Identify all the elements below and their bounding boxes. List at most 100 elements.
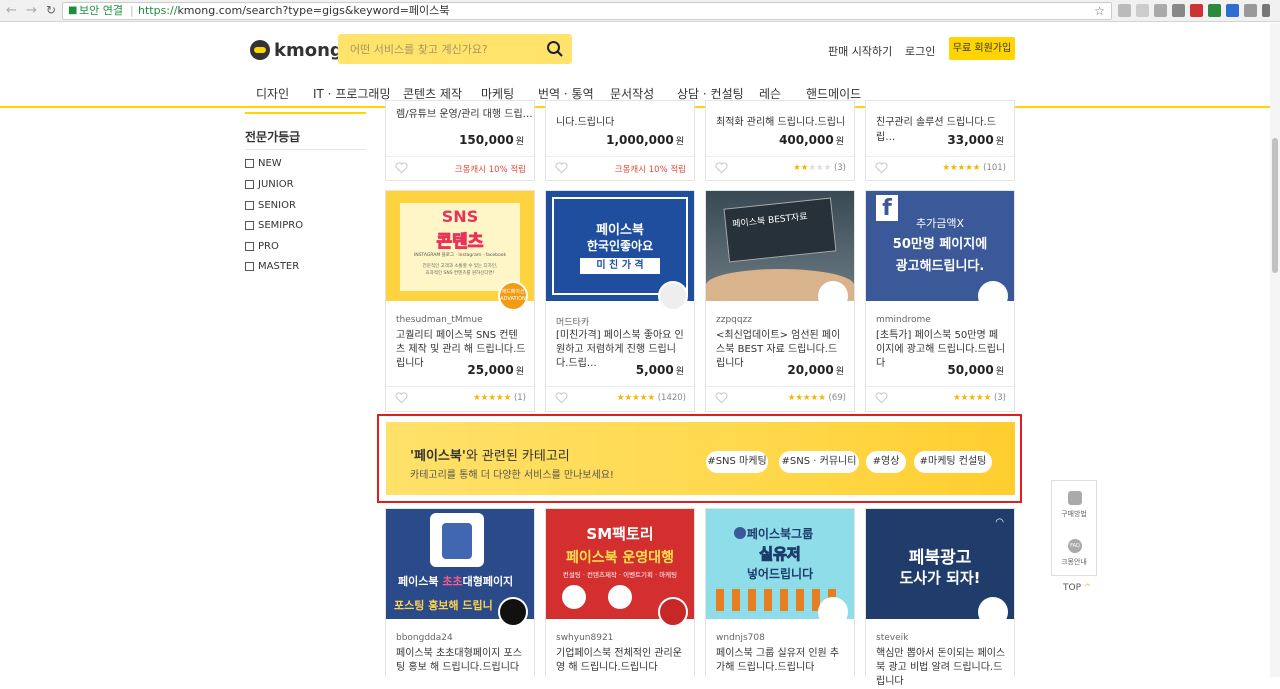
card-footer: ★★★★★ (101) bbox=[866, 156, 1014, 181]
checkbox[interactable] bbox=[245, 159, 254, 168]
cash-badge: 크몽캐시 10% 적립 bbox=[454, 165, 526, 175]
floating-helper: 구매방법 FAQ 크몽안내 bbox=[1051, 480, 1097, 576]
heart-icon[interactable] bbox=[875, 392, 888, 404]
extension-icon[interactable] bbox=[1226, 4, 1239, 17]
seller-avatar[interactable] bbox=[498, 597, 528, 627]
gig-card[interactable]: 페이스북 BEST자료 zzpqqzz <최신업데이트> 엄선된 페이스북 BE… bbox=[705, 190, 855, 412]
gig-price: 25,000 원 bbox=[467, 363, 524, 377]
thumbnail-subtitle: 포스팅 홍보해 드립니 bbox=[394, 599, 493, 612]
gig-card[interactable]: ◠ 페북광고 도사가 되자! steveik 핵심만 뽑아서 돈이되는 페이스북… bbox=[865, 508, 1015, 687]
bookmark-star-icon[interactable]: ☆ bbox=[1094, 3, 1105, 19]
seller-name[interactable]: steveik bbox=[876, 633, 908, 643]
lock-icon: ■ bbox=[68, 5, 78, 16]
extension-icon[interactable] bbox=[1154, 4, 1167, 17]
purchase-guide-label[interactable]: 구매방법 bbox=[1052, 509, 1096, 519]
level-filter-pro[interactable]: PRO bbox=[245, 241, 279, 252]
faq-icon[interactable]: FAQ bbox=[1068, 539, 1082, 553]
level-filter-junior[interactable]: JUNIOR bbox=[245, 179, 294, 190]
gig-card[interactable]: 최적화 관리해 드립니다.드립니 400,000 원 ★★★★★ (3) bbox=[705, 100, 855, 181]
login-link[interactable]: 로그인 bbox=[905, 43, 935, 59]
heart-icon[interactable] bbox=[875, 162, 888, 174]
checkbox[interactable] bbox=[245, 221, 254, 230]
reload-icon[interactable]: ↻ bbox=[46, 3, 56, 17]
gig-card[interactable]: f 추가금액X 50만명 페이지에 광고해드립니다. mmindrome [초특… bbox=[865, 190, 1015, 412]
scroll-top-button[interactable]: TOP ^ bbox=[1063, 583, 1091, 593]
extension-icon[interactable] bbox=[1172, 4, 1185, 17]
gig-card[interactable]: SNS 콘텐츠 INSTAGRAM 블로그 · Instagram · face… bbox=[385, 190, 535, 412]
extension-icon[interactable] bbox=[1118, 4, 1131, 17]
gig-card[interactable]: 페이스북 초초대형페이지 포스팅 홍보해 드립니 bbongdda24 페이스북… bbox=[385, 508, 535, 677]
seller-avatar[interactable] bbox=[658, 597, 688, 627]
extension-icon[interactable] bbox=[1208, 4, 1221, 17]
forward-icon[interactable]: → bbox=[26, 3, 37, 18]
kmong-logo[interactable]: kmong bbox=[250, 39, 343, 61]
heart-icon[interactable] bbox=[715, 162, 728, 174]
seller-avatar[interactable] bbox=[818, 597, 848, 627]
heart-icon[interactable] bbox=[555, 162, 568, 174]
search-icon[interactable] bbox=[546, 40, 564, 58]
thumbnail-title: 페이스북그룹 bbox=[746, 527, 814, 541]
gig-card[interactable]: 니다.드립니다 1,000,000 원 크몽캐시 10% 적립 bbox=[545, 100, 695, 181]
faq-label[interactable]: 크몽안내 bbox=[1052, 557, 1096, 567]
extension-icon[interactable] bbox=[1244, 4, 1257, 17]
gig-card[interactable]: 친구관리 솔루션 드립니다.드립… 33,000 원 ★★★★★ (101) bbox=[865, 100, 1015, 181]
level-filter-semipro[interactable]: SEMIPRO bbox=[245, 220, 303, 231]
seller-name[interactable]: 머드타카 bbox=[556, 315, 589, 328]
heart-icon[interactable] bbox=[395, 162, 408, 174]
checkbox[interactable] bbox=[245, 201, 254, 210]
signup-button[interactable]: 무료 회원가입 bbox=[949, 37, 1015, 60]
card-footer: 크몽캐시 10% 적립 bbox=[546, 156, 694, 181]
seller-name[interactable]: wndnjs708 bbox=[716, 633, 765, 643]
back-icon[interactable]: ← bbox=[6, 3, 17, 18]
menu-design[interactable]: 디자인 bbox=[256, 85, 289, 102]
menu-it-programming[interactable]: IT · 프로그래밍 bbox=[313, 85, 391, 102]
seller-avatar[interactable]: 애드페이션 ADVATION bbox=[498, 281, 528, 311]
level-filter-master[interactable]: MASTER bbox=[245, 261, 299, 272]
gig-card[interactable]: SM팩토리 페이스북 운영대행 컨설팅 · 컨텐츠제작 · 이벤트기획 · 마케… bbox=[545, 508, 695, 677]
level-filter-new[interactable]: NEW bbox=[245, 158, 282, 169]
level-filter-senior[interactable]: SENIOR bbox=[245, 200, 296, 211]
category-tag-sns-community[interactable]: #SNS · 커뮤니티 bbox=[779, 451, 859, 473]
gig-title[interactable]: 기업페이스북 전체적인 관리운영 해 드립니다.드립니다 bbox=[556, 647, 686, 675]
gig-title: 최적화 관리해 드립니다.드립니 bbox=[716, 117, 846, 128]
address-bar[interactable]: ■ 보안 연결 | https://kmong.com/search?type=… bbox=[62, 2, 1112, 20]
checkbox[interactable] bbox=[245, 242, 254, 251]
seller-name[interactable]: bbongdda24 bbox=[396, 633, 453, 643]
seller-name[interactable]: mmindrome bbox=[876, 315, 931, 325]
thumbnail-title: 추가금액X bbox=[915, 217, 964, 230]
purchase-guide-icon[interactable] bbox=[1068, 491, 1082, 505]
card-footer: ★★★★★ (69) bbox=[706, 386, 854, 411]
gig-card[interactable]: 페이스북 한국인좋아요 미 친 가 격 머드타카 [미친가격] 페이스북 좋아요… bbox=[545, 190, 695, 412]
checkbox[interactable] bbox=[245, 262, 254, 271]
seller-name[interactable]: thesudman_tMmue bbox=[396, 315, 483, 325]
gig-title[interactable]: 페이스북 그룹 실유저 인원 추가해 드립니다.드립니다 bbox=[716, 647, 846, 675]
gig-card[interactable]: 렘/유튜브 운영/관리 대행 드립… 150,000 원 크몽캐시 10% 적립 bbox=[385, 100, 535, 181]
category-tag-video[interactable]: #영상 bbox=[866, 451, 906, 473]
thumbnail-price-tag: 미 친 가 격 bbox=[580, 258, 660, 274]
scrollbar-thumb[interactable] bbox=[1272, 138, 1278, 273]
checkbox[interactable] bbox=[245, 180, 254, 189]
thumbnail-subtitle: 페이스북 운영대행 bbox=[566, 550, 674, 566]
search-input[interactable] bbox=[338, 34, 572, 64]
heart-icon[interactable] bbox=[555, 392, 568, 404]
seller-avatar[interactable] bbox=[818, 281, 848, 311]
menu-icon[interactable] bbox=[1262, 4, 1270, 17]
heart-icon[interactable] bbox=[715, 392, 728, 404]
heart-icon[interactable] bbox=[395, 392, 408, 404]
seller-avatar[interactable] bbox=[978, 597, 1008, 627]
gig-card[interactable]: 페이스북그룹 실유저 넣어드립니다 wndnjs708 페이스북 그룹 실유저 … bbox=[705, 508, 855, 677]
category-tag-marketing-consulting[interactable]: #마케팅 컨설팅 bbox=[914, 451, 992, 473]
scrollbar[interactable] bbox=[1270, 23, 1280, 677]
seller-name[interactable]: zzpqqzz bbox=[716, 315, 752, 325]
browser-toolbar: ← → ↻ ■ 보안 연결 | https://kmong.com/search… bbox=[0, 0, 1280, 22]
category-tag-sns-marketing[interactable]: #SNS 마케팅 bbox=[706, 451, 768, 473]
seller-avatar[interactable] bbox=[978, 281, 1008, 311]
gig-title[interactable]: 페이스북 초초대형페이지 포스팅 홍보 해 드립니다.드립니다 bbox=[396, 647, 526, 675]
seller-name[interactable]: swhyun8921 bbox=[556, 633, 613, 643]
extension-icon[interactable] bbox=[1136, 4, 1149, 17]
seller-avatar[interactable] bbox=[658, 281, 688, 311]
gig-title[interactable]: 핵심만 뽑아서 돈이되는 페이스북 광고 비법 알려 드립니다.드립니다 bbox=[876, 647, 1006, 689]
extension-icon[interactable] bbox=[1190, 4, 1203, 17]
start-selling-link[interactable]: 판매 시작하기 bbox=[828, 43, 892, 59]
thumbnail-subtitle: 실유저 bbox=[759, 545, 801, 564]
